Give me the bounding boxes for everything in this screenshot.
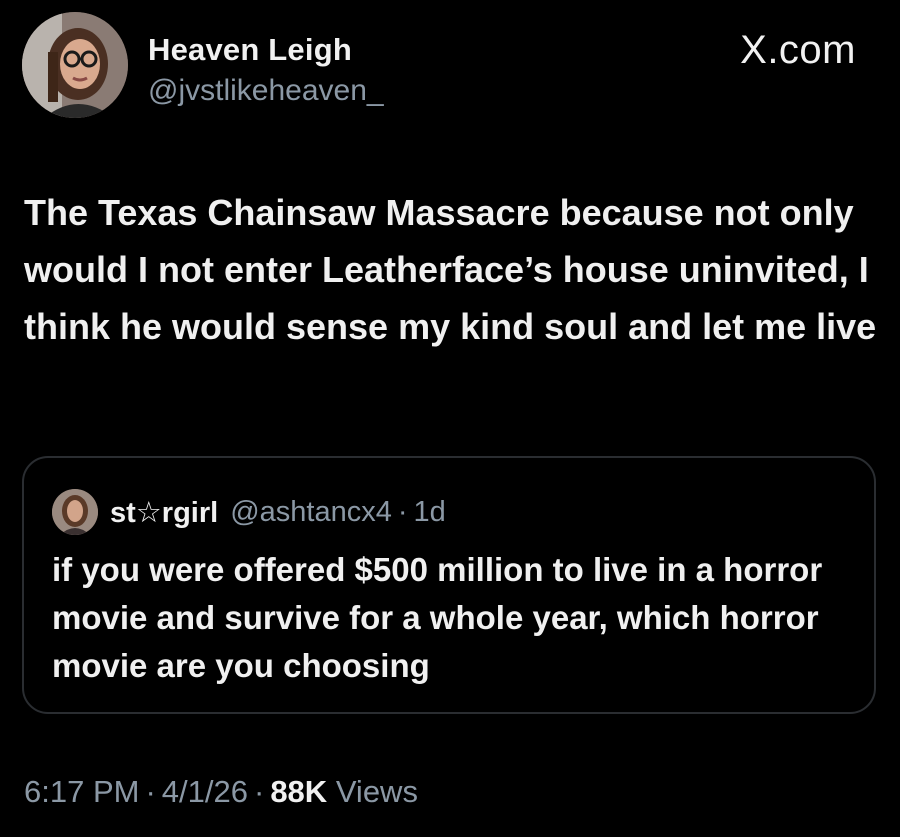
post-date[interactable]: 4/1/26 xyxy=(162,774,248,809)
quoted-tweet-text: if you were offered $500 million to live… xyxy=(52,551,823,684)
quoted-author-handle[interactable]: @ashtancx4 xyxy=(230,496,392,529)
author-avatar[interactable] xyxy=(22,12,128,118)
quoted-tweet-card[interactable]: st☆rgirl @ashtancx4 · 1d if you were off… xyxy=(22,456,876,714)
quoted-separator: · xyxy=(397,495,408,528)
tweet-header: Heaven Leigh @jvstlikeheaven_ X.com xyxy=(22,12,878,122)
views-count[interactable]: 88K xyxy=(270,774,327,809)
views-label: Views xyxy=(335,774,418,809)
quoted-tweet-header: st☆rgirl @ashtancx4 · 1d xyxy=(52,488,446,536)
x-logo: X.com xyxy=(740,28,856,72)
meta-separator: · xyxy=(253,774,265,809)
tweet-text: The Texas Chainsaw Massacre because not … xyxy=(24,192,877,347)
quoted-author-name[interactable]: st☆rgirl xyxy=(110,495,218,530)
author-name[interactable]: Heaven Leigh xyxy=(148,32,352,68)
quoted-author-avatar[interactable] xyxy=(52,489,98,535)
author-handle[interactable]: @jvstlikeheaven_ xyxy=(148,74,384,108)
post-time[interactable]: 6:17 PM xyxy=(24,774,139,809)
tweet-meta: 6:17 PM · 4/1/26 · 88K Views xyxy=(24,774,418,810)
quoted-timestamp[interactable]: 1d xyxy=(414,496,446,529)
meta-separator: · xyxy=(145,774,156,809)
